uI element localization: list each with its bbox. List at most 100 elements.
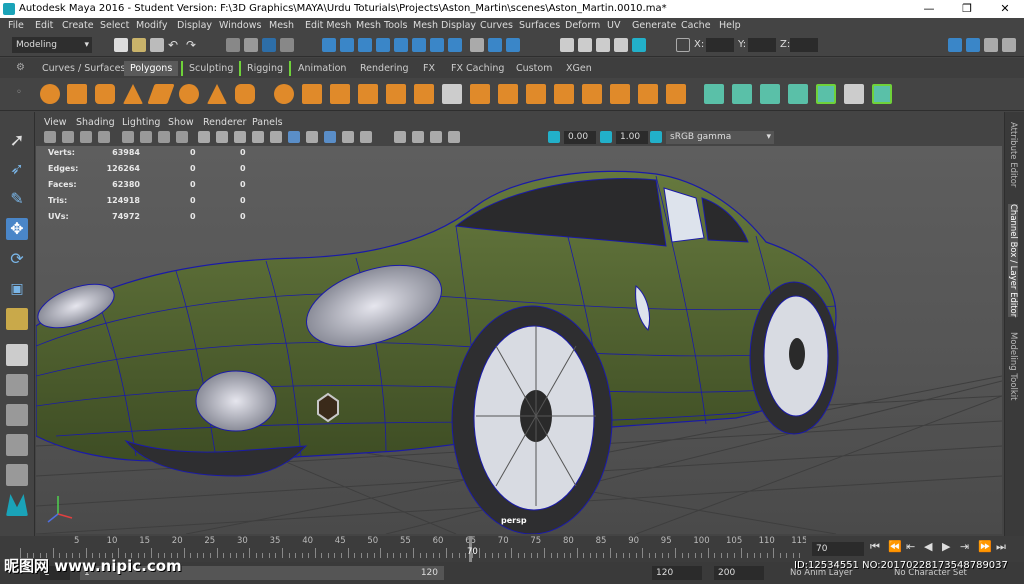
bevel-icon[interactable] (470, 84, 490, 104)
channel-box-icon[interactable] (1002, 38, 1016, 52)
exposure-icon[interactable] (548, 131, 560, 143)
snap-curve-icon[interactable] (340, 38, 354, 52)
move-tool-icon[interactable]: ✥ (6, 218, 28, 240)
save-scene-icon[interactable] (150, 38, 164, 52)
menu-uv[interactable]: UV (607, 20, 620, 31)
open-scene-icon[interactable] (132, 38, 146, 52)
render-settings-icon[interactable] (614, 38, 628, 52)
undo-icon[interactable]: ↶ (168, 38, 182, 52)
y-field[interactable] (748, 38, 776, 52)
menu-surfaces[interactable]: Surfaces (519, 20, 560, 31)
fill-hole-icon[interactable] (554, 84, 574, 104)
viewport-menu-renderer[interactable]: Renderer (203, 117, 246, 128)
attribute-editor-icon[interactable] (966, 38, 980, 52)
extrude-icon[interactable] (414, 84, 434, 104)
step-back-frame-icon[interactable]: ⇤ (906, 540, 915, 553)
select-hierarchy-icon[interactable] (226, 38, 240, 52)
extract-icon[interactable] (330, 84, 350, 104)
construction-icon[interactable] (448, 38, 462, 52)
scene-render[interactable] (36, 146, 1002, 534)
menu-edit-mesh[interactable]: Edit Mesh (305, 20, 351, 31)
scale-tool-icon[interactable]: ▣ (6, 278, 28, 300)
animation-end-field[interactable]: 200 (714, 566, 764, 580)
ipr-render-icon[interactable] (596, 38, 610, 52)
menu-modify[interactable]: Modify (136, 20, 167, 31)
current-frame-field[interactable]: 70 (812, 542, 864, 556)
viewport-menu-shading[interactable]: Shading (76, 117, 115, 128)
wireframe-icon[interactable] (198, 131, 210, 143)
shelf-tab-rendering[interactable]: Rendering (354, 61, 415, 76)
multi-cut-icon[interactable] (442, 84, 462, 104)
separate-icon[interactable] (302, 84, 322, 104)
poly-pipe-icon[interactable] (235, 84, 255, 104)
depth-of-field-icon[interactable] (360, 131, 372, 143)
step-forward-frame-icon[interactable]: ⇥ (960, 540, 969, 553)
select-tool-icon[interactable]: ➚ (6, 130, 28, 152)
redo-icon[interactable]: ↷ (186, 38, 200, 52)
shelf-tab-curves-surfaces[interactable]: Curves / Surfaces (36, 61, 131, 76)
paint-select-tool-icon[interactable]: ✎ (6, 188, 28, 210)
screen-space-ao-icon[interactable] (306, 131, 318, 143)
shadows-icon[interactable] (288, 131, 300, 143)
lasso-tool-icon[interactable]: ➶ (6, 158, 28, 180)
snap-live-surface-icon[interactable] (394, 38, 408, 52)
poly-pyramid-icon[interactable] (207, 84, 227, 104)
select-by-component-type-icon[interactable] (280, 38, 294, 52)
resolution-gate-icon[interactable] (158, 131, 170, 143)
perspective-viewport[interactable]: Verts: 63984 0 0 Edges: 126264 0 0 Faces… (36, 146, 1002, 534)
merge-icon[interactable] (610, 84, 630, 104)
spherical-uv-icon[interactable] (760, 84, 780, 104)
poly-sphere-icon[interactable] (40, 84, 60, 104)
smooth-icon[interactable] (358, 84, 378, 104)
menu-windows[interactable]: Windows (219, 20, 261, 31)
viewport-menu-lighting[interactable]: Lighting (122, 117, 160, 128)
play-backwards-icon[interactable]: ◀ (924, 540, 932, 553)
shelf-tab-custom[interactable]: Custom (510, 61, 558, 76)
menu-select[interactable]: Select (100, 20, 129, 31)
viewport-menu-show[interactable]: Show (168, 117, 194, 128)
menu-generate[interactable]: Generate (632, 20, 676, 31)
poly-cone-icon[interactable] (123, 84, 143, 104)
film-gate-icon[interactable] (140, 131, 152, 143)
shelf-tab-polygons[interactable]: Polygons (124, 61, 179, 76)
shelf-tab-fx[interactable]: FX (417, 61, 441, 76)
close-button[interactable]: ✕ (986, 0, 1024, 18)
poly-torus-icon[interactable] (179, 84, 199, 104)
go-to-start-icon[interactable]: ⏮ (870, 540, 880, 554)
tab-modeling-toolkit[interactable]: Modeling Toolkit (1008, 332, 1018, 401)
viewport-menu-panels[interactable]: Panels (252, 117, 283, 128)
shelf-tab-animation[interactable]: Animation (292, 61, 352, 76)
automatic-uv-icon[interactable] (788, 84, 808, 104)
outliner-layout-icon[interactable] (6, 464, 28, 486)
exposure-field[interactable]: 0.00 (564, 131, 596, 144)
multisample-aa-icon[interactable] (342, 131, 354, 143)
gear-icon[interactable]: ⚙ (16, 62, 25, 73)
hypershade-icon[interactable] (632, 38, 646, 52)
poly-cylinder-icon[interactable] (95, 84, 115, 104)
cut-sew-uv-icon[interactable] (872, 84, 892, 104)
poly-cube-icon[interactable] (67, 84, 87, 104)
cylindrical-uv-icon[interactable] (732, 84, 752, 104)
tool-settings-icon[interactable] (984, 38, 998, 52)
shelf-tab-xgen[interactable]: XGen (560, 61, 598, 76)
append-polygon-icon[interactable] (526, 84, 546, 104)
camera-select-icon[interactable] (44, 131, 56, 143)
viewport-menu-view[interactable]: View (44, 117, 67, 128)
planar-uv-icon[interactable] (704, 84, 724, 104)
menu-mesh[interactable]: Mesh (269, 20, 294, 31)
collapse-icon[interactable] (666, 84, 686, 104)
menu-display[interactable]: Display (177, 20, 212, 31)
boolean-icon[interactable] (386, 84, 406, 104)
target-weld-icon[interactable] (638, 84, 658, 104)
snap-grid-icon[interactable] (322, 38, 336, 52)
shelf-tab-fx-caching[interactable]: FX Caching (445, 61, 510, 76)
menu-curves[interactable]: Curves (480, 20, 513, 31)
shelf-options-icon[interactable]: ◦ (16, 87, 22, 98)
last-tool-icon[interactable] (6, 308, 28, 330)
gate-mask-icon[interactable] (176, 131, 188, 143)
grid-icon[interactable] (122, 131, 134, 143)
step-back-key-icon[interactable]: ⏪ (888, 540, 902, 553)
uv-editor-icon[interactable] (816, 84, 836, 104)
single-perspective-layout-icon[interactable] (6, 344, 28, 366)
shelf-tab-rigging[interactable]: Rigging (239, 61, 291, 76)
